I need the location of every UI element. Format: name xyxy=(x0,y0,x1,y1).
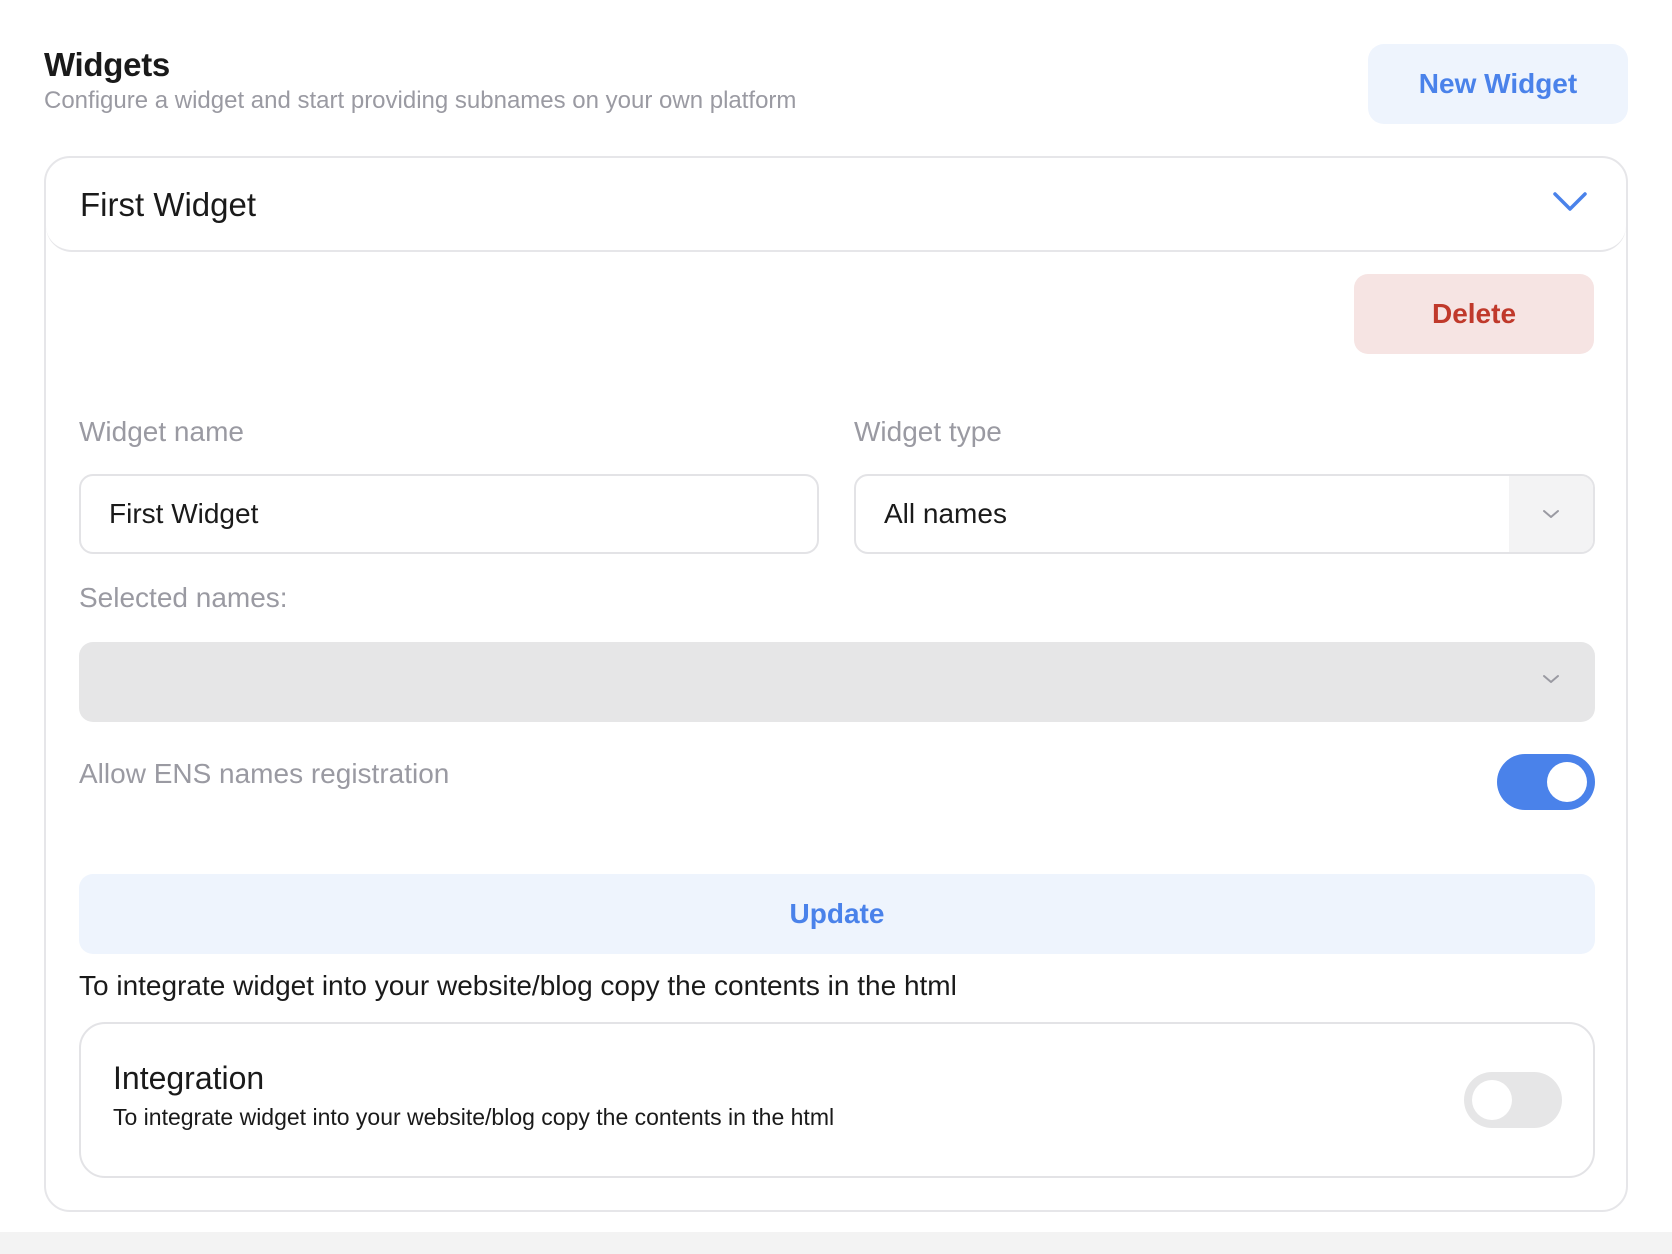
chevron-down-icon xyxy=(1543,510,1559,518)
allow-ens-toggle[interactable] xyxy=(1497,754,1595,810)
integration-panel: Integration To integrate widget into you… xyxy=(79,1022,1595,1178)
widget-type-select[interactable]: All names xyxy=(854,474,1595,554)
widget-type-label: Widget type xyxy=(854,416,1002,447)
allow-ens-label: Allow ENS names registration xyxy=(79,758,450,789)
page-footer-strip xyxy=(0,1232,1672,1254)
widget-card: First Widget Delete Widget name First Wi… xyxy=(44,156,1628,1212)
selected-names-label: Selected names: xyxy=(79,582,288,613)
selected-names-select[interactable] xyxy=(79,642,1595,722)
update-button[interactable]: Update xyxy=(79,874,1595,954)
integration-toggle[interactable] xyxy=(1464,1072,1562,1128)
widgets-page: Widgets Configure a widget and start pro… xyxy=(0,0,1672,1254)
page-subtitle: Configure a widget and start providing s… xyxy=(44,87,797,114)
widget-type-value: All names xyxy=(884,498,1007,529)
chevron-down-icon xyxy=(1543,675,1559,683)
page-title: Widgets xyxy=(44,46,170,83)
toggle-knob xyxy=(1547,762,1587,802)
new-widget-button[interactable]: New Widget xyxy=(1368,44,1628,124)
widget-type-dropdown-button[interactable] xyxy=(1509,476,1593,552)
chevron-down-icon[interactable] xyxy=(1552,190,1588,214)
toggle-knob xyxy=(1472,1080,1512,1120)
integration-title: Integration xyxy=(113,1060,265,1096)
widget-name-label: Widget name xyxy=(79,416,244,447)
widget-card-title: First Widget xyxy=(80,186,257,223)
widget-name-input[interactable]: First Widget xyxy=(79,474,819,554)
delete-widget-button[interactable]: Delete xyxy=(1354,274,1594,354)
integrate-note: To integrate widget into your website/bl… xyxy=(79,970,957,1001)
integration-description: To integrate widget into your website/bl… xyxy=(113,1104,835,1130)
widget-card-header[interactable]: First Widget xyxy=(46,158,1626,252)
